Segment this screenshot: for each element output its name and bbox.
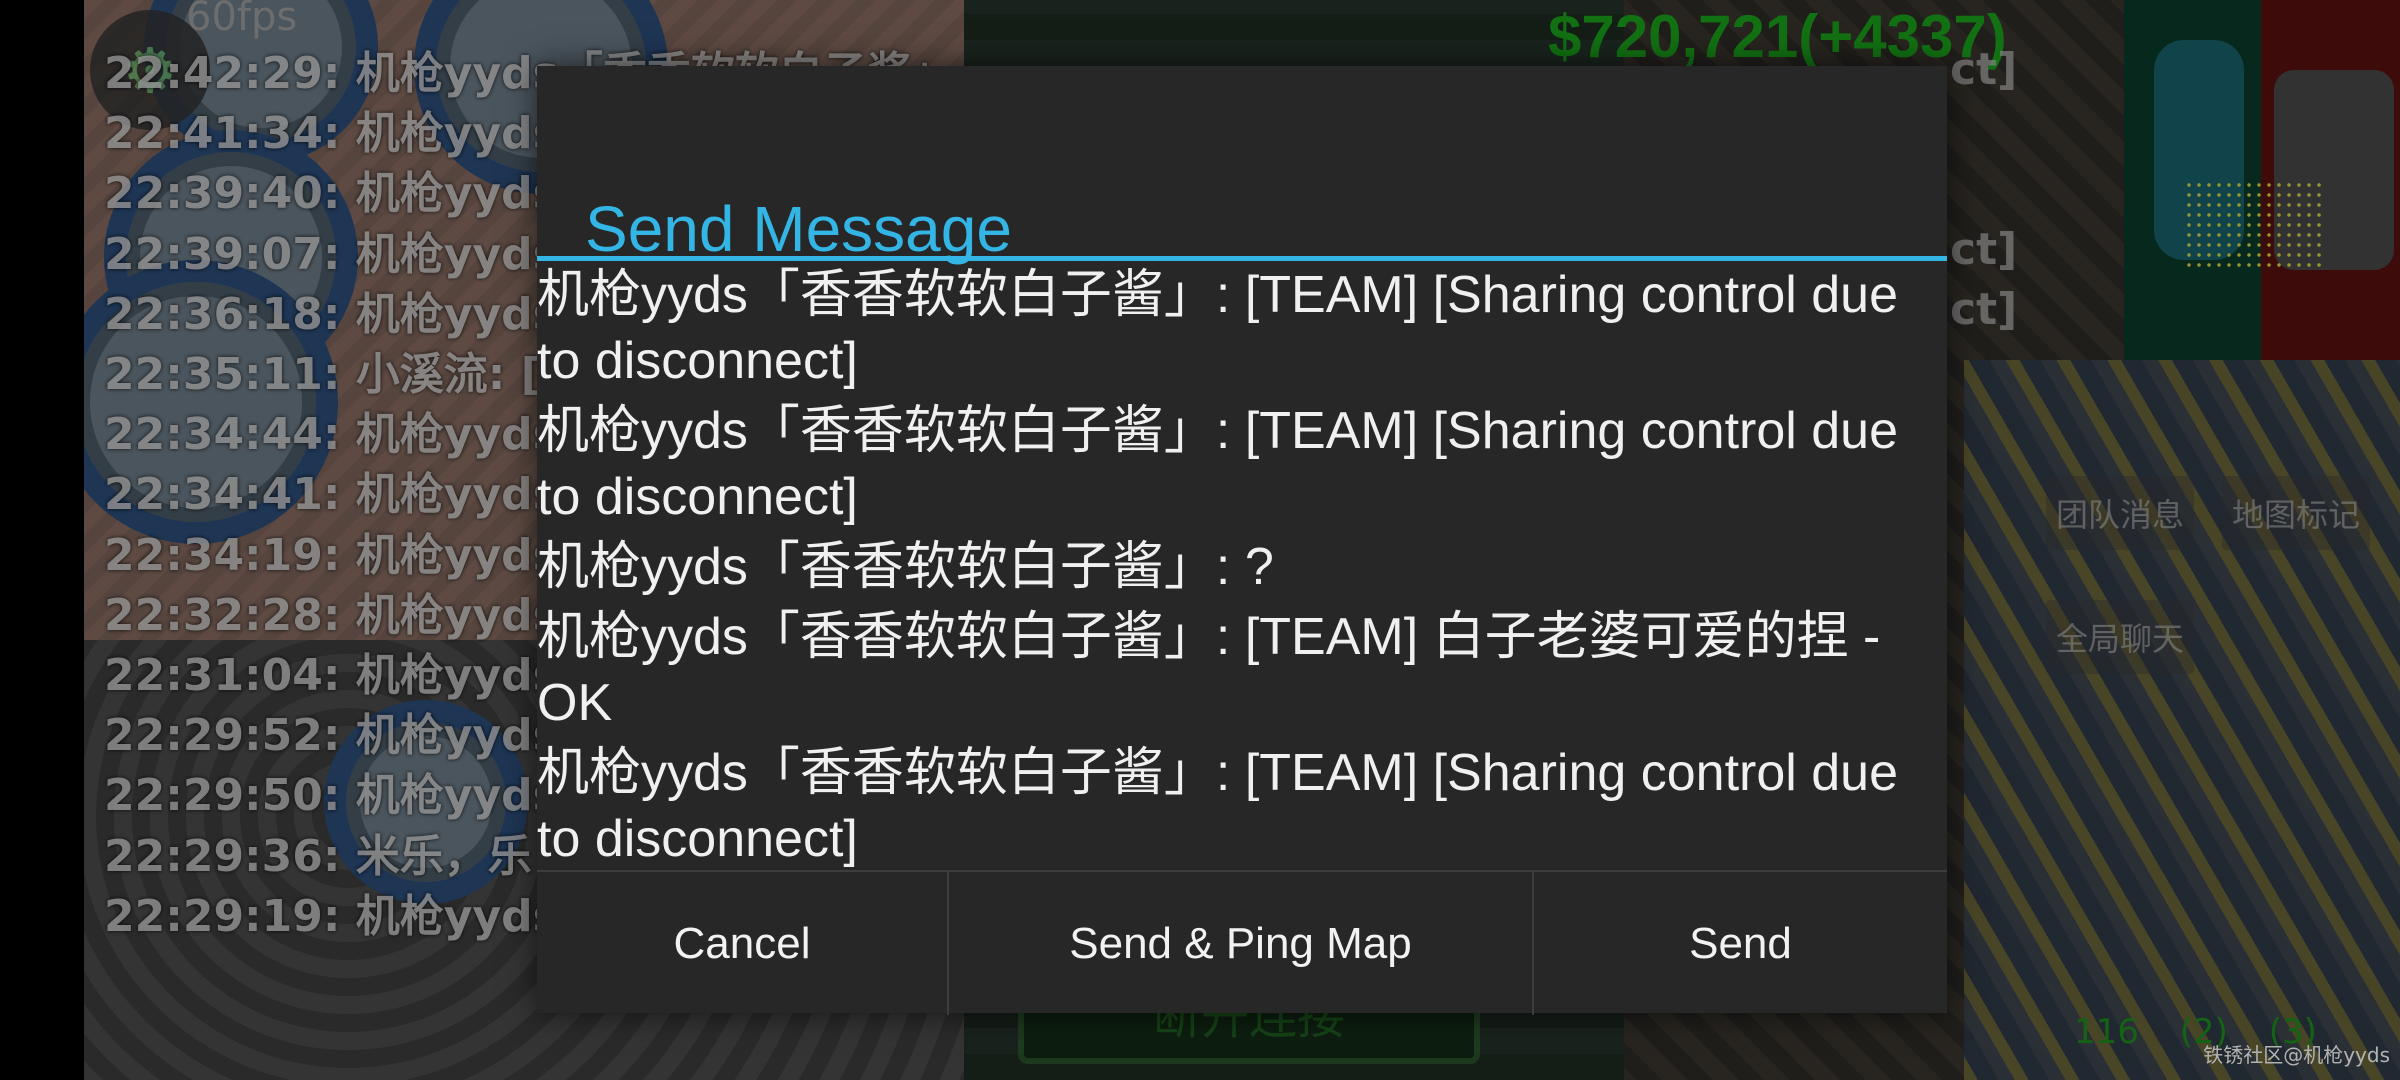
message-item: 机枪yyds「香香软软白子酱」: [TEAM] [Sharing control… <box>537 402 1899 526</box>
message-item: 机枪yyds「香香软软白子酱」: [TEAM] [Sharing control… <box>537 266 1899 390</box>
send-button[interactable]: Send <box>1532 872 1947 1015</box>
dialog-title: Send Message <box>585 193 1012 265</box>
message-history[interactable]: 机枪yyds「香香软软白子酱」: [TEAM] [Sharing control… <box>537 262 1947 932</box>
message-item: 机枪yyds「香香软软白子酱」: [TEAM] 白子老婆可爱的捏 - OK <box>537 608 1881 732</box>
message-item: 机枪yyds「香香软软白子酱」: ? <box>537 538 1274 596</box>
title-divider <box>537 256 1947 261</box>
send-ping-map-button[interactable]: Send & Ping Map <box>947 872 1532 1015</box>
cancel-button[interactable]: Cancel <box>537 872 947 1015</box>
message-item: 机枪yyds「香香软软白子酱」: [TEAM] [Sharing control… <box>537 744 1899 868</box>
send-message-dialog: Send Message 机枪yyds「香香软软白子酱」: [TEAM] [Sh… <box>537 66 1947 1015</box>
dialog-button-bar: Cancel Send & Ping Map Send <box>537 870 1947 1015</box>
